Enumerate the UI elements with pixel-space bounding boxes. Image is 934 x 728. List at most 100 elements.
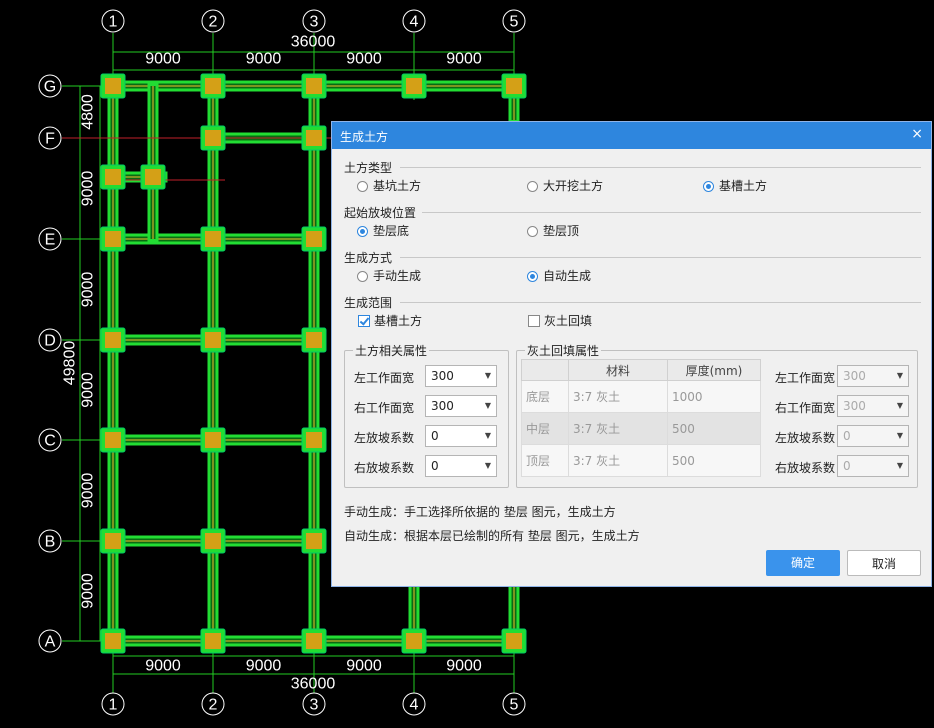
checkbox-checked-icon: [358, 315, 370, 327]
axis-top-label: 3: [310, 14, 319, 31]
radio-icon: [527, 226, 538, 237]
cancel-button[interactable]: 取消: [847, 550, 921, 576]
dim-top-span: 9000: [346, 51, 382, 68]
dropdown-arrow-icon: ▼: [484, 401, 491, 410]
backfill-layers-table: 材料 厚度(mm) 底层 3:7 灰土 1000 中层 3:7 灰土 500 顶…: [521, 359, 761, 477]
left-slope-coef-combo[interactable]: 0 ▼: [425, 425, 497, 447]
table-header: 厚度(mm): [667, 359, 761, 381]
earth-type-section-label: 土方类型: [344, 161, 393, 175]
radio-auto-generate[interactable]: 自动生成: [527, 268, 591, 284]
axis-bottom-label: 5: [510, 697, 519, 714]
checkbox-trench-earthwork[interactable]: 基槽土方: [358, 313, 422, 329]
radio-trench-earthwork[interactable]: 基槽土方: [703, 178, 767, 194]
column: [105, 78, 121, 94]
divider: [400, 167, 921, 168]
column: [306, 78, 322, 94]
confirm-button[interactable]: 确定: [766, 550, 840, 576]
radio-cushion-top[interactable]: 垫层顶: [527, 223, 579, 239]
column: [205, 533, 221, 549]
column: [306, 332, 322, 348]
radio-icon: [357, 181, 368, 192]
dim-top-span: 9000: [246, 51, 282, 68]
axis-top-label: 1: [109, 14, 118, 31]
dropdown-arrow-icon: ▼: [484, 431, 491, 440]
thickness-cell[interactable]: 1000: [667, 380, 761, 413]
radio-cushion-bottom[interactable]: 垫层底: [357, 223, 409, 239]
material-cell[interactable]: 3:7 灰土: [568, 444, 668, 477]
column: [406, 633, 422, 649]
radio-open-excavation[interactable]: 大开挖土方: [527, 178, 603, 194]
backfill-right-slope-coef-combo[interactable]: 0 ▼: [837, 455, 909, 477]
axis-left-label: D: [44, 333, 56, 350]
divider: [400, 257, 921, 258]
left-work-width-label: 左工作面宽: [354, 371, 415, 385]
axis-left-label: G: [44, 79, 56, 96]
slope-start-section-label: 起始放坡位置: [344, 206, 417, 220]
column: [105, 169, 121, 185]
dropdown-arrow-icon: ▼: [896, 431, 903, 440]
axis-bottom-label: 2: [209, 697, 218, 714]
manual-generate-description: 手动生成：手工选择所依据的 垫层 图元，生成土方: [344, 505, 616, 519]
axis-bottom-label: 3: [310, 697, 319, 714]
column: [306, 633, 322, 649]
material-cell[interactable]: 3:7 灰土: [568, 380, 668, 413]
thickness-cell[interactable]: 500: [667, 412, 761, 445]
dim-left-span: 9000: [80, 171, 97, 207]
dropdown-arrow-icon: ▼: [896, 461, 903, 470]
dim-top-span: 9000: [145, 51, 181, 68]
dim-left-span: 9000: [80, 573, 97, 609]
dim-bottom-span: 9000: [446, 658, 482, 675]
right-slope-coef-label: 右放坡系数: [354, 461, 415, 475]
column: [506, 633, 522, 649]
column: [306, 231, 322, 247]
dropdown-arrow-icon: ▼: [896, 371, 903, 380]
table-row[interactable]: 中层 3:7 灰土 500: [521, 412, 761, 445]
backfill-left-work-width-label: 左工作面宽: [775, 371, 836, 385]
radio-manual-generate[interactable]: 手动生成: [357, 268, 421, 284]
backfill-right-work-width-combo[interactable]: 300 ▼: [837, 395, 909, 417]
column: [205, 332, 221, 348]
backfill-left-slope-coef-combo[interactable]: 0 ▼: [837, 425, 909, 447]
dim-left-span: 4800: [80, 94, 97, 130]
column: [406, 78, 422, 94]
table-header: [521, 359, 569, 381]
table-row[interactable]: 底层 3:7 灰土 1000: [521, 380, 761, 413]
right-slope-coef-combo[interactable]: 0 ▼: [425, 455, 497, 477]
table-row[interactable]: 顶层 3:7 灰土 500: [521, 444, 761, 477]
backfill-left-work-width-combo[interactable]: 300 ▼: [837, 365, 909, 387]
dim-left-total: 49800: [62, 341, 79, 386]
checkbox-lime-backfill[interactable]: 灰土回填: [528, 313, 592, 329]
close-icon[interactable]: ×: [911, 127, 923, 141]
dialog-title: 生成土方: [340, 130, 389, 144]
dropdown-arrow-icon: ▼: [484, 461, 491, 470]
radio-pit-earthwork[interactable]: 基坑土方: [357, 178, 421, 194]
column: [306, 533, 322, 549]
layer-name-cell: 中层: [521, 412, 569, 445]
mode-section-label: 生成方式: [344, 251, 393, 265]
left-work-width-combo[interactable]: 300 ▼: [425, 365, 497, 387]
axis-bottom-label: 1: [109, 697, 118, 714]
left-slope-coef-label: 左放坡系数: [354, 431, 415, 445]
backfill-right-work-width-label: 右工作面宽: [775, 401, 836, 415]
right-work-width-label: 右工作面宽: [354, 401, 415, 415]
dim-bottom-span: 9000: [145, 658, 181, 675]
axis-bottom-label: 4: [410, 697, 419, 714]
radio-icon: [357, 271, 368, 282]
material-cell[interactable]: 3:7 灰土: [568, 412, 668, 445]
axis-top-label: 2: [209, 14, 218, 31]
dialog-titlebar: 生成土方 ×: [332, 122, 931, 149]
axis-left-label: F: [45, 131, 55, 148]
thickness-cell[interactable]: 500: [667, 444, 761, 477]
right-work-width-combo[interactable]: 300 ▼: [425, 395, 497, 417]
column: [205, 130, 221, 146]
column: [205, 633, 221, 649]
column: [506, 78, 522, 94]
dim-left-span: 9000: [80, 372, 97, 408]
radio-selected-icon: [703, 181, 714, 192]
axis-top-label: 5: [510, 14, 519, 31]
backfill-properties-label: 灰土回填属性: [525, 342, 602, 359]
axis-left-label: B: [45, 534, 56, 551]
column: [105, 533, 121, 549]
radio-selected-icon: [527, 271, 538, 282]
checkbox-icon: [528, 315, 540, 327]
